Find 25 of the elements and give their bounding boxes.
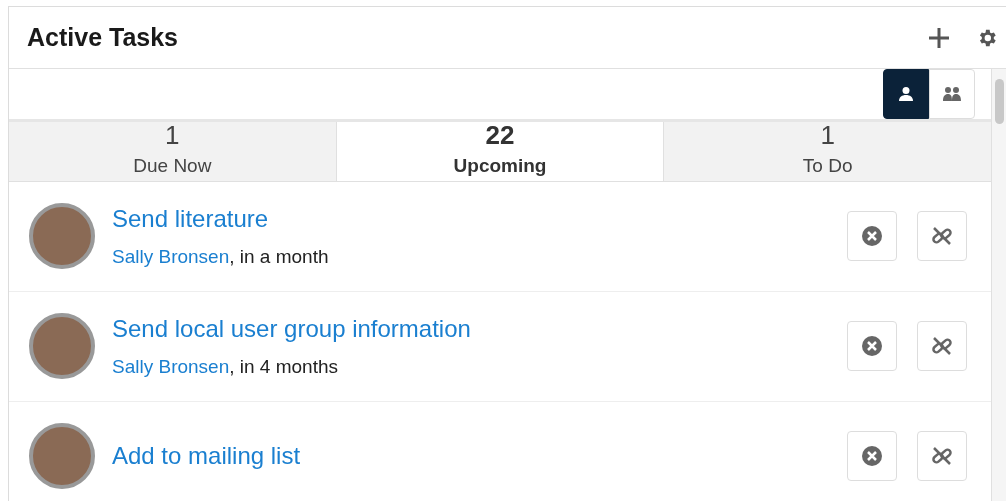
close-button[interactable] [847, 211, 897, 261]
view-toggle-button[interactable] [883, 69, 929, 119]
task-title-link[interactable]: Add to mailing list [112, 438, 847, 474]
close-icon [861, 225, 883, 247]
panel-title: Active Tasks [27, 21, 178, 53]
task-tab[interactable]: 1 To Do [664, 122, 991, 181]
due-text: , in 4 months [229, 355, 338, 377]
close-icon [861, 335, 883, 357]
due-text: , in a month [229, 245, 329, 267]
users-icon [942, 86, 962, 102]
task-tab[interactable]: 22 Upcoming [335, 122, 665, 181]
assignee-link[interactable]: Sally Bronsen [112, 355, 230, 377]
close-button[interactable] [847, 431, 897, 481]
task-tab[interactable]: 1 Due Now [9, 122, 336, 181]
plus-icon[interactable] [928, 26, 950, 49]
assignee-link[interactable]: Sally Bronsen [112, 245, 230, 267]
user-icon [898, 86, 914, 102]
task-title-link[interactable]: Send literature [112, 200, 847, 237]
unlink-button[interactable] [917, 431, 967, 481]
scrollbar-thumb[interactable] [994, 79, 1004, 124]
unlink-button[interactable] [917, 321, 967, 371]
unlink-button[interactable] [917, 211, 967, 261]
close-icon [861, 445, 883, 467]
close-button[interactable] [847, 321, 897, 371]
task-title-link[interactable]: Send local user group information [112, 310, 847, 347]
